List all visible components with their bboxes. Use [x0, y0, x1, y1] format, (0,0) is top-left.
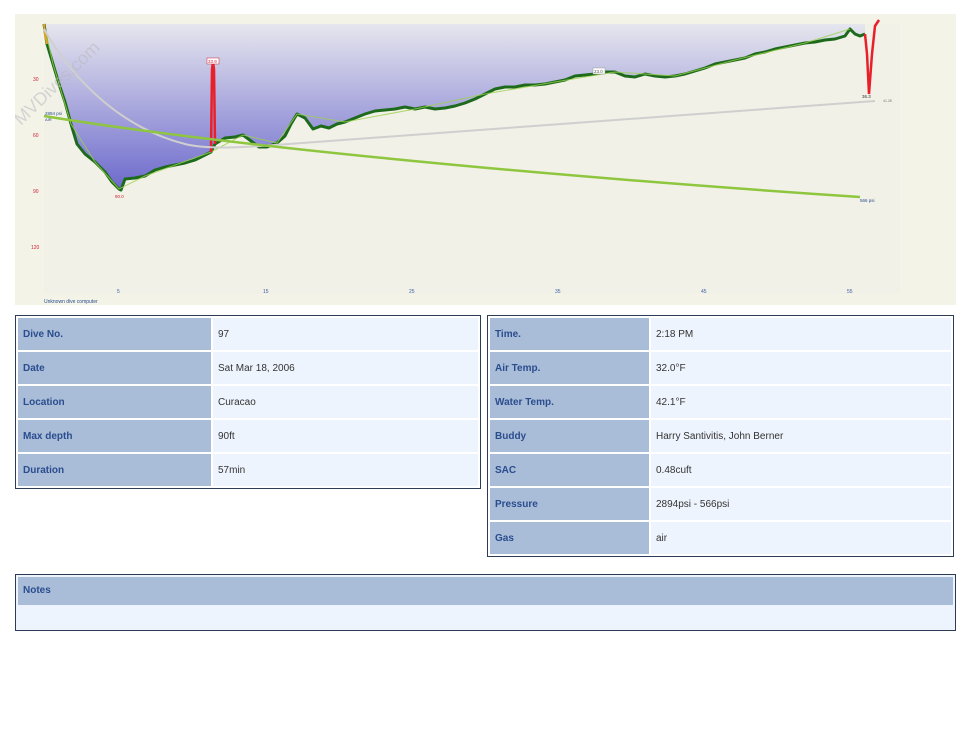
max-depth-label: 90.0	[115, 194, 124, 199]
depth-tick: 120	[31, 245, 40, 251]
depth-tick: 90	[33, 189, 39, 195]
sac-label: SAC	[490, 454, 649, 486]
pressure-value: 2894psi - 566psi	[651, 488, 951, 520]
table-row: Dive No. 97	[18, 318, 478, 350]
time-tick: 35	[555, 289, 561, 295]
time-tick: 45	[701, 289, 707, 295]
end-pressure-label: 566 psi	[860, 198, 875, 203]
table-row: Air Temp. 32.0°F	[490, 352, 951, 384]
duration-value: 57min	[213, 454, 478, 486]
notes-body	[16, 605, 955, 613]
buddy-label: Buddy	[490, 420, 649, 452]
gas-label: Gas	[490, 522, 649, 554]
computer-label: Unknown dive computer	[44, 299, 98, 305]
dive-profile-chart: 30 60 90 120 5 15 25 35 45 55 90.0 33.9 …	[15, 14, 956, 305]
pressure-label: Pressure	[490, 488, 649, 520]
table-row: Gas air	[490, 522, 951, 554]
gas-label: AIR	[45, 117, 52, 122]
notes-section: Notes	[15, 574, 956, 631]
depth-tick: 60	[33, 133, 39, 139]
depth-tick: 30	[33, 77, 39, 83]
time-value: 2:18 PM	[651, 318, 951, 350]
date-value: Sat Mar 18, 2006	[213, 352, 478, 384]
end-depth-label: 36.3	[862, 94, 871, 99]
time-tick: 25	[409, 289, 415, 295]
buddy-value: Harry Santivitis, John Berner	[651, 420, 951, 452]
time-label: Time.	[490, 318, 649, 350]
max-depth-value: 90ft	[213, 420, 478, 452]
notes-header: Notes	[18, 577, 953, 605]
dive-info-table: Dive No. 97 Date Sat Mar 18, 2006 Locati…	[15, 315, 481, 489]
table-row: Pressure 2894psi - 566psi	[490, 488, 951, 520]
table-row: Water Temp. 42.1°F	[490, 386, 951, 418]
time-tick: 15	[263, 289, 269, 295]
table-row: Duration 57min	[18, 454, 478, 486]
water-temp-value: 42.1°F	[651, 386, 951, 418]
time-tick: 55	[847, 289, 853, 295]
table-row: Time. 2:18 PM	[490, 318, 951, 350]
table-row: Max depth 90ft	[18, 420, 478, 452]
dive-no-label: Dive No.	[18, 318, 211, 350]
gas-value: air	[651, 522, 951, 554]
duration-label: Duration	[18, 454, 211, 486]
spike-label: 33.9	[208, 59, 217, 64]
table-row: SAC 0.48cuft	[490, 454, 951, 486]
water-temp-label: Water Temp.	[490, 386, 649, 418]
max-depth-label: Max depth	[18, 420, 211, 452]
table-row: Date Sat Mar 18, 2006	[18, 352, 478, 384]
start-pressure-label: 2894 psi	[45, 111, 62, 116]
table-row: Buddy Harry Santivitis, John Berner	[490, 420, 951, 452]
dive-no-value: 97	[213, 318, 478, 350]
dive-conditions-table: Time. 2:18 PM Air Temp. 32.0°F Water Tem…	[487, 315, 954, 557]
ceiling-label: 41.28	[883, 99, 892, 103]
table-row: Location Curacao	[18, 386, 478, 418]
date-label: Date	[18, 352, 211, 384]
air-temp-value: 32.0°F	[651, 352, 951, 384]
sac-value: 0.48cuft	[651, 454, 951, 486]
mid-label: 23.0	[594, 69, 603, 74]
location-label: Location	[18, 386, 211, 418]
time-tick: 5	[117, 289, 120, 295]
location-value: Curacao	[213, 386, 478, 418]
air-temp-label: Air Temp.	[490, 352, 649, 384]
